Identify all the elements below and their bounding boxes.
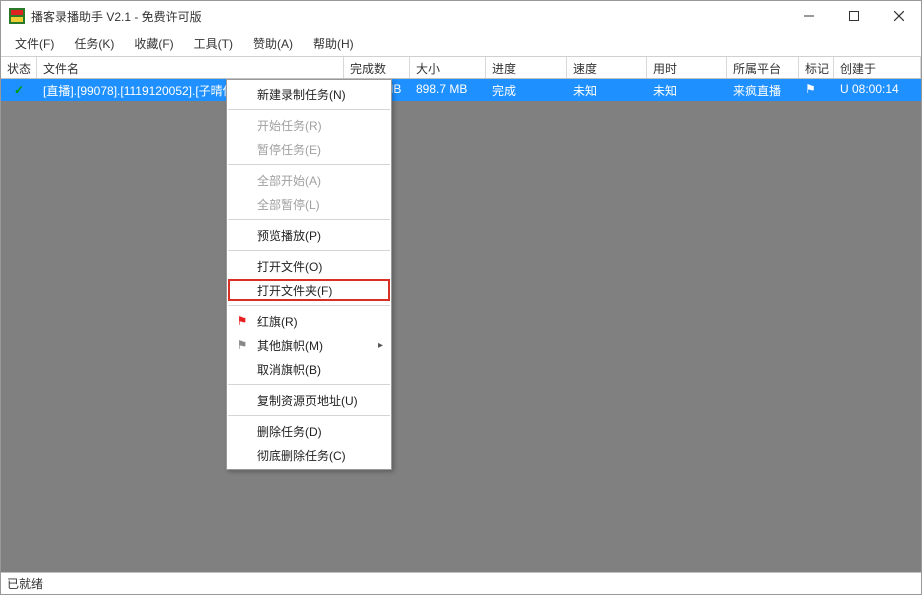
- separator: [228, 164, 390, 165]
- flag-red-icon: ⚑: [235, 314, 249, 328]
- cell-platform: 来疯直播: [727, 79, 799, 101]
- menu-help[interactable]: 帮助(H): [303, 32, 364, 55]
- ctx-delete-task-label: 删除任务(D): [257, 423, 322, 440]
- ctx-preview-play[interactable]: 预览播放(P): [227, 223, 391, 247]
- ctx-start-all-label: 全部开始(A): [257, 172, 321, 189]
- separator: [228, 415, 390, 416]
- ctx-new-task[interactable]: 新建录制任务(N): [227, 82, 391, 106]
- ctx-start-task-label: 开始任务(R): [257, 117, 322, 134]
- table-header: 状态 文件名 完成数 大小 进度 速度 用时 所属平台 标记 创建于: [1, 57, 921, 79]
- separator: [228, 305, 390, 306]
- col-created[interactable]: 创建于: [834, 57, 921, 78]
- col-size[interactable]: 大小: [410, 57, 486, 78]
- ctx-new-task-label: 新建录制任务(N): [257, 86, 346, 103]
- ctx-copy-url[interactable]: 复制资源页地址(U): [227, 388, 391, 412]
- window-controls: [786, 1, 921, 31]
- ctx-cancel-flag-label: 取消旗帜(B): [257, 361, 321, 378]
- ctx-copy-url-label: 复制资源页地址(U): [257, 392, 358, 409]
- col-done[interactable]: 完成数: [344, 57, 410, 78]
- context-menu: 新建录制任务(N) 开始任务(R) 暂停任务(E) 全部开始(A) 全部暂停(L…: [226, 79, 392, 470]
- table-body: ✓ [直播].[99078].[1119120052].[子晴伴你久久].[2.…: [1, 79, 921, 572]
- col-speed[interactable]: 速度: [567, 57, 647, 78]
- col-status[interactable]: 状态: [1, 57, 37, 78]
- app-window: 播客录播助手 V2.1 - 免费许可版 文件(F) 任务(K) 收藏(F) 工具…: [0, 0, 922, 595]
- menu-fav[interactable]: 收藏(F): [124, 32, 183, 55]
- titlebar: 播客录播助手 V2.1 - 免费许可版: [1, 1, 921, 31]
- ctx-delete-forever[interactable]: 彻底删除任务(C): [227, 443, 391, 467]
- ctx-open-folder-label: 打开文件夹(F): [257, 282, 332, 299]
- check-icon: ✓: [14, 83, 24, 97]
- menu-tools[interactable]: 工具(T): [184, 32, 243, 55]
- col-progress[interactable]: 进度: [486, 57, 567, 78]
- separator: [228, 250, 390, 251]
- flag-gray-icon: ⚑: [235, 338, 249, 352]
- cell-speed: 未知: [567, 79, 647, 101]
- ctx-delete-task[interactable]: 删除任务(D): [227, 419, 391, 443]
- cell-created: U 08:00:14: [834, 79, 921, 101]
- separator: [228, 219, 390, 220]
- separator: [228, 109, 390, 110]
- cell-progress: 完成: [486, 79, 567, 101]
- window-title: 播客录播助手 V2.1 - 免费许可版: [31, 8, 786, 25]
- minimize-button[interactable]: [786, 1, 831, 31]
- ctx-other-flags-label: 其他旗帜(M): [257, 337, 323, 354]
- menu-task[interactable]: 任务(K): [64, 32, 124, 55]
- menubar: 文件(F) 任务(K) 收藏(F) 工具(T) 赞助(A) 帮助(H): [1, 31, 921, 57]
- ctx-start-all: 全部开始(A): [227, 168, 391, 192]
- ctx-cancel-flag[interactable]: 取消旗帜(B): [227, 357, 391, 381]
- maximize-button[interactable]: [831, 1, 876, 31]
- ctx-delete-forever-label: 彻底删除任务(C): [257, 447, 346, 464]
- flag-icon: ⚑: [805, 82, 816, 96]
- ctx-other-flags[interactable]: ⚑ 其他旗帜(M): [227, 333, 391, 357]
- ctx-red-flag[interactable]: ⚑ 红旗(R): [227, 309, 391, 333]
- table-row[interactable]: ✓ [直播].[99078].[1119120052].[子晴伴你久久].[2.…: [1, 79, 921, 101]
- statusbar: 已就绪: [1, 572, 921, 594]
- col-filename[interactable]: 文件名: [37, 57, 344, 78]
- ctx-open-folder[interactable]: 打开文件夹(F): [227, 278, 391, 302]
- ctx-pause-all: 全部暂停(L): [227, 192, 391, 216]
- ctx-red-flag-label: 红旗(R): [257, 313, 298, 330]
- separator: [228, 384, 390, 385]
- ctx-pause-task-label: 暂停任务(E): [257, 141, 321, 158]
- ctx-open-file[interactable]: 打开文件(O): [227, 254, 391, 278]
- ctx-pause-task: 暂停任务(E): [227, 137, 391, 161]
- status-text: 已就绪: [7, 575, 43, 592]
- close-button[interactable]: [876, 1, 921, 31]
- menu-file[interactable]: 文件(F): [5, 32, 64, 55]
- menu-donate[interactable]: 赞助(A): [243, 32, 303, 55]
- ctx-start-task: 开始任务(R): [227, 113, 391, 137]
- cell-status: ✓: [1, 79, 37, 101]
- ctx-pause-all-label: 全部暂停(L): [257, 196, 320, 213]
- app-icon: [9, 8, 25, 24]
- col-time[interactable]: 用时: [647, 57, 727, 78]
- ctx-open-file-label: 打开文件(O): [257, 258, 322, 275]
- col-flag[interactable]: 标记: [799, 57, 834, 78]
- cell-time: 未知: [647, 79, 727, 101]
- cell-size: 898.7 MB: [410, 79, 486, 101]
- cell-flag: ⚑: [799, 79, 834, 101]
- ctx-preview-play-label: 预览播放(P): [257, 227, 321, 244]
- col-platform[interactable]: 所属平台: [727, 57, 799, 78]
